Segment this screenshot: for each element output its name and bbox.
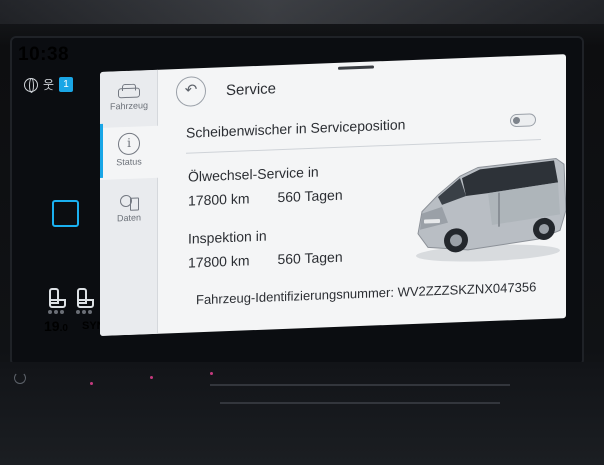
- sidebar-item-fahrzeug[interactable]: Fahrzeug: [100, 82, 158, 112]
- service-content: ↶ Service Scheibenwischer in Serviceposi…: [158, 54, 566, 334]
- sidebar-item-label: Daten: [116, 212, 142, 224]
- vin-text: Fahrzeug-Identifizierungsnummer: WV2ZZZS…: [196, 279, 537, 308]
- vehicle-image: [408, 150, 566, 268]
- inspection-distance: 17800 km: [188, 252, 250, 271]
- sidebar-item-daten[interactable]: Daten: [100, 192, 158, 224]
- back-arrow-icon: ↶: [184, 81, 198, 99]
- notification-badge[interactable]: 1: [59, 77, 74, 92]
- drag-handle[interactable]: [338, 65, 374, 70]
- windshield-glare: [0, 0, 604, 24]
- vent-slat: [210, 384, 510, 386]
- indicator-led: [150, 376, 153, 379]
- person-icon: 웃: [43, 78, 55, 92]
- inspection-block: Inspektion in 17800 km 560 Tagen: [188, 225, 343, 271]
- car-icon: [116, 82, 142, 99]
- power-icon[interactable]: [14, 372, 26, 384]
- sidebar-item-status[interactable]: i Status: [100, 125, 158, 180]
- back-button[interactable]: ↶: [176, 75, 206, 108]
- seat-ventilation-icon[interactable]: [74, 288, 94, 308]
- seat-level-dots: [48, 310, 108, 314]
- seat-heating-controls: [46, 288, 94, 308]
- inspection-label: Inspektion in: [188, 227, 267, 247]
- globe-icon: [24, 77, 38, 93]
- status-row: 웃 1: [24, 76, 74, 93]
- sidebar-item-label: Status: [116, 156, 142, 168]
- home-button[interactable]: [52, 200, 79, 227]
- clock: 10:38: [18, 44, 70, 65]
- wiper-toggle[interactable]: [510, 113, 536, 128]
- oil-service-label: Ölwechsel-Service in: [188, 163, 319, 185]
- oil-service-days: 560 Tagen: [277, 186, 343, 206]
- sidebar: Fahrzeug i Status Daten: [100, 69, 158, 337]
- indicator-led: [90, 382, 93, 385]
- temperature-decimal: .0: [59, 323, 68, 334]
- active-tab-indicator: [100, 123, 103, 178]
- inspection-days: 560 Tagen: [277, 248, 343, 268]
- page-title: Service: [226, 80, 277, 100]
- wiper-setting-label: Scheibenwischer in Serviceposition: [186, 116, 406, 141]
- indicator-led: [210, 372, 213, 375]
- service-screen: Fahrzeug i Status Daten ↶ Service Scheib…: [100, 54, 566, 337]
- seat-heating-left-icon[interactable]: [46, 288, 66, 308]
- oil-service-block: Ölwechsel-Service in 17800 km 560 Tagen: [188, 163, 343, 209]
- lower-dashboard: [0, 362, 604, 465]
- vent-slat: [220, 402, 500, 404]
- wiper-setting-row[interactable]: Scheibenwischer in Serviceposition: [186, 111, 536, 144]
- temperature-value: 19: [44, 318, 60, 334]
- temperature-display[interactable]: 19.0: [44, 318, 68, 334]
- oil-service-distance: 17800 km: [188, 190, 250, 209]
- sidebar-item-label: Fahrzeug: [109, 100, 149, 112]
- info-icon: i: [118, 132, 140, 156]
- data-icon: [118, 192, 140, 211]
